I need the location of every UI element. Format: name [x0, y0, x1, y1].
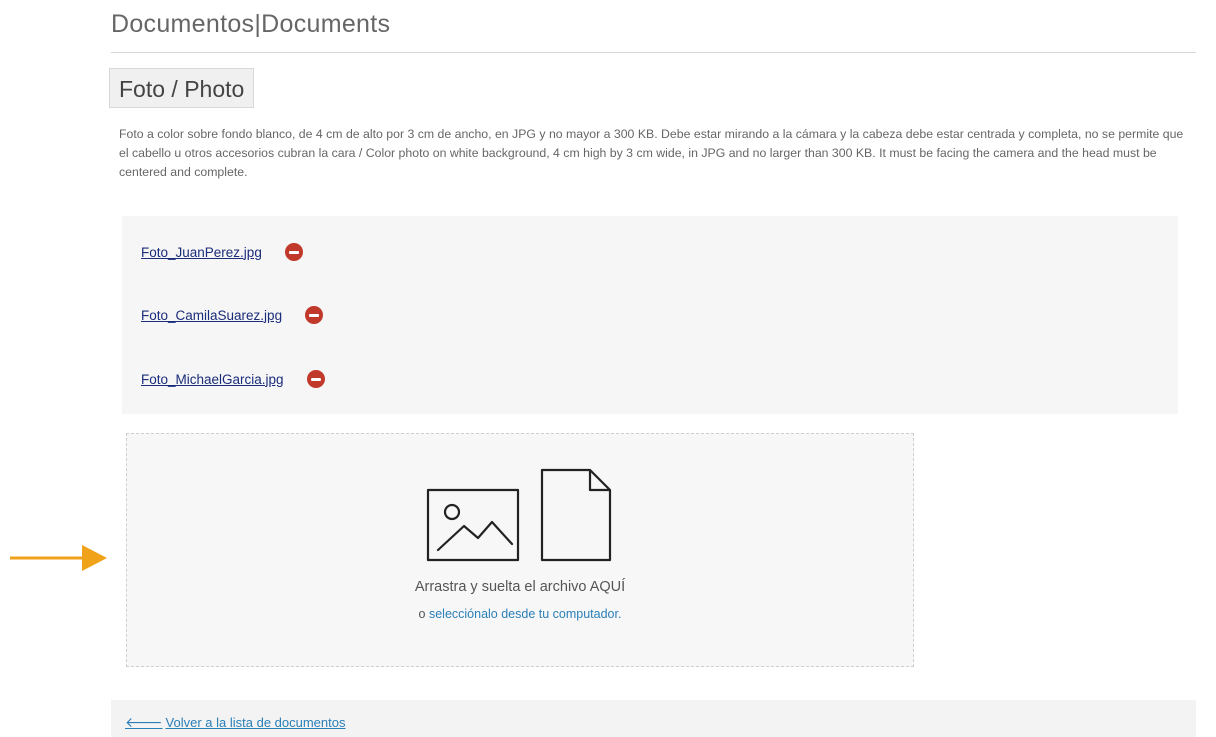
minus-circle-icon[interactable]	[305, 306, 324, 324]
arrow-right-icon	[10, 545, 107, 571]
title-divider	[111, 52, 1196, 53]
browse-computer-link[interactable]: selecciónalo desde tu computador.	[429, 607, 622, 621]
file-icon	[540, 468, 612, 562]
minus-circle-icon[interactable]	[306, 370, 325, 388]
section-description: Foto a color sobre fondo blanco, de 4 cm…	[119, 127, 1184, 179]
dropzone-or: o	[418, 607, 426, 621]
dropzone-browse: o selecciónalo desde tu computador.	[127, 607, 913, 621]
file-item: Foto_JuanPerez.jpg	[141, 241, 303, 263]
dropzone-instruction: Arrastra y suelta el archivo AQUÍ	[414, 579, 626, 595]
minus-circle-icon[interactable]	[284, 243, 303, 261]
file-item: Foto_CamilaSuarez.jpg	[141, 304, 324, 326]
section-label: Foto / Photo	[109, 68, 255, 108]
page-title: Documentos|Documents	[111, 10, 391, 38]
file-item: Foto_MichaelGarcia.jpg	[141, 368, 325, 390]
back-to-documents-link[interactable]: 🡐 Volver a la lista de documentos	[125, 714, 345, 731]
upload-illustration	[426, 468, 612, 562]
back-link-label: Volver a la lista de documentos	[165, 715, 346, 730]
footer-bar: 🡐 Volver a la lista de documentos	[111, 700, 1196, 737]
file-link[interactable]: Foto_MichaelGarcia.jpg	[141, 372, 284, 387]
uploaded-files-panel: Foto_JuanPerez.jpg Foto_CamilaSuarez.jpg…	[122, 216, 1178, 414]
file-dropzone[interactable]: Arrastra y suelta el archivo AQUÍ o sele…	[126, 433, 914, 667]
file-link[interactable]: Foto_CamilaSuarez.jpg	[141, 308, 282, 323]
image-icon	[426, 488, 520, 562]
file-link[interactable]: Foto_JuanPerez.jpg	[141, 245, 262, 260]
arrow-left-icon: 🡐	[125, 714, 163, 730]
